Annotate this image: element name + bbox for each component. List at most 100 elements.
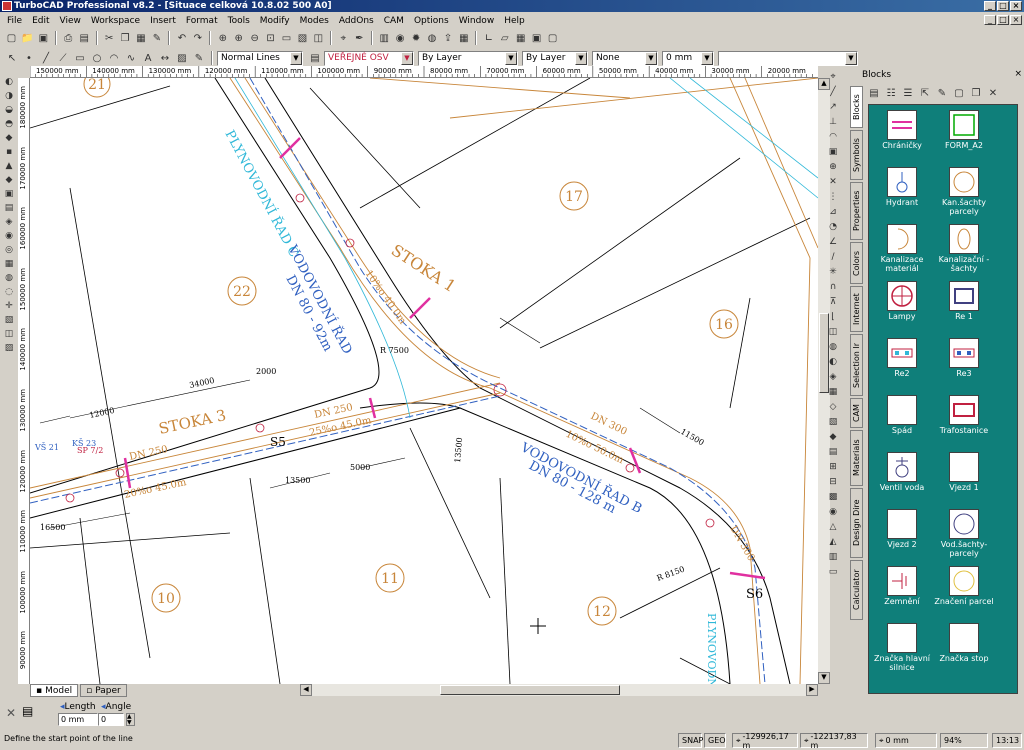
light-icon[interactable]: ✹ [409,31,424,46]
help-icon[interactable]: ▢ [545,31,560,46]
3d-tool-icon[interactable]: ◆ [827,430,840,444]
block-item[interactable]: FORM_A2 [933,110,995,165]
3d-tool-icon[interactable]: ◇ [827,400,840,414]
3d-tool-icon[interactable]: ⊟ [827,475,840,489]
tool-icon[interactable]: ▤ [2,201,16,214]
chevron-down-icon[interactable]: ▼ [575,51,587,65]
block-item[interactable]: Hydrant [871,167,933,222]
export-icon[interactable]: ⇪ [441,31,456,46]
zoom-in-icon[interactable]: ⊕ [231,31,246,46]
3d-tool-icon[interactable]: ◍ [827,340,840,354]
scroll-down-icon[interactable]: ▼ [818,672,830,684]
scroll-left-icon[interactable]: ◀ [300,684,312,696]
tool-icon[interactable]: ◆ [2,173,16,186]
rectangle-icon[interactable]: ▭ [72,51,88,66]
block-item[interactable]: Ventil voda [871,452,933,507]
3d-tool-icon[interactable]: ▤ [827,445,840,459]
dimension-icon[interactable]: ↔ [157,51,173,66]
menu-tools[interactable]: Tools [223,16,255,26]
save-icon[interactable]: ▣ [36,31,51,46]
zoom-extents-icon[interactable]: ⊡ [263,31,278,46]
block-item[interactable]: Vjezd 1 [933,452,995,507]
block-item[interactable]: Chráničky [871,110,933,165]
block-view-icon[interactable]: ▤ [866,86,882,101]
tab-materials[interactable]: Materials [850,430,863,486]
3d-tool-icon[interactable]: ▧ [827,415,840,429]
horizontal-scroll-thumb[interactable] [440,685,620,695]
menu-window[interactable]: Window [454,16,500,26]
block-new-icon[interactable]: ▢ [951,86,967,101]
tab-calculator[interactable]: Calculator [850,560,863,620]
tool-icon[interactable]: ◈ [2,215,16,228]
snap-mode-icon[interactable]: ⋮ [827,190,840,204]
circle-icon[interactable]: ○ [89,51,105,66]
tool-icon[interactable]: ▨ [2,341,16,354]
paste-icon[interactable]: ▦ [134,31,149,46]
menu-cam[interactable]: CAM [379,16,409,26]
menu-edit[interactable]: Edit [27,16,54,26]
zoom-out-icon[interactable]: ⊖ [247,31,262,46]
block-item[interactable]: Kanalizace materiál [871,224,933,279]
snap-mode-icon[interactable]: ∠ [827,235,840,249]
block-item[interactable]: Vod.šachty-parcely [933,509,995,564]
3d-tool-icon[interactable]: ◭ [827,535,840,549]
redo-icon[interactable]: ↷ [190,31,205,46]
drawing-svg[interactable]: 21 17 22 16 10 11 12 STOKA 1 STOKA 3 PLY… [30,78,818,684]
camera-icon[interactable]: ◉ [393,31,408,46]
tool-icon[interactable]: ▦ [2,257,16,270]
close-icon[interactable]: × [1014,69,1022,79]
chevron-down-icon[interactable]: ▼ [645,51,657,65]
tab-selection-info[interactable]: Selection Ir [850,334,863,396]
doc-minimize-button[interactable]: _ [984,15,996,25]
curve-icon[interactable]: ∿ [123,51,139,66]
render-icon[interactable]: ◫ [311,31,326,46]
redraw-icon[interactable]: ▭ [279,31,294,46]
block-item[interactable]: Vjezd 2 [871,509,933,564]
grid-icon[interactable]: ▦ [513,31,528,46]
tool-icon[interactable]: ◌ [2,285,16,298]
tool-icon[interactable]: ◑ [2,89,16,102]
hatch-icon[interactable]: ▨ [174,51,190,66]
color-select[interactable]: By Layer ▼ [418,50,518,66]
snap-mode-icon[interactable]: ⊿ [827,205,840,219]
block-copy-icon[interactable]: ❐ [968,86,984,101]
block-item[interactable]: Spád [871,395,933,450]
menu-modify[interactable]: Modify [255,16,295,26]
3d-tool-icon[interactable]: ◫ [827,325,840,339]
snap-toggle[interactable]: SNAP [678,733,703,748]
snap-mode-icon[interactable]: ↗ [827,100,840,114]
block-edit-icon[interactable]: ✎ [934,86,950,101]
menu-workspace[interactable]: Workspace [86,16,145,26]
tab-internet[interactable]: Internet [850,286,863,332]
chevron-down-icon[interactable]: ▼ [845,51,857,65]
snap-mode-icon[interactable]: ∕ [827,250,840,264]
chevron-down-icon[interactable]: ▼ [401,51,413,65]
snap-mode-icon[interactable]: ✕ [827,175,840,189]
tool-icon[interactable]: ▲ [2,159,16,172]
layer-icon[interactable]: ▥ [377,31,392,46]
block-item[interactable]: Kan.šachty parcely [933,167,995,222]
snap-mode-icon[interactable]: ⊕ [827,160,840,174]
menu-addons[interactable]: AddOns [334,16,379,26]
3d-tool-icon[interactable]: ▭ [827,565,840,579]
3d-tool-icon[interactable]: ◉ [827,505,840,519]
tab-paper[interactable]: ▫ Paper [80,684,127,697]
block-item[interactable]: Značka hlavní silnice [871,623,933,678]
block-item[interactable]: Re2 [871,338,933,393]
close-button[interactable]: × [1010,1,1022,11]
arc-icon[interactable]: ◠ [106,51,122,66]
undo-icon[interactable]: ↶ [174,31,189,46]
tab-model[interactable]: ▪ Model [30,684,79,697]
snap-mode-icon[interactable]: ∩ [827,280,840,294]
chevron-down-icon[interactable]: ▼ [505,51,517,65]
block-details-icon[interactable]: ☷ [883,86,899,101]
app-icon[interactable] [2,1,12,11]
pattern-select[interactable]: None ▼ [592,50,658,66]
tool-icon[interactable]: ◉ [2,229,16,242]
tab-design-director[interactable]: Design Dire [850,488,863,558]
menu-options[interactable]: Options [409,16,454,26]
tool-icon[interactable]: ◒ [2,103,16,116]
3d-tool-icon[interactable]: ▥ [827,550,840,564]
snap-mode-icon[interactable]: ▣ [827,145,840,159]
menu-format[interactable]: Format [181,16,223,26]
